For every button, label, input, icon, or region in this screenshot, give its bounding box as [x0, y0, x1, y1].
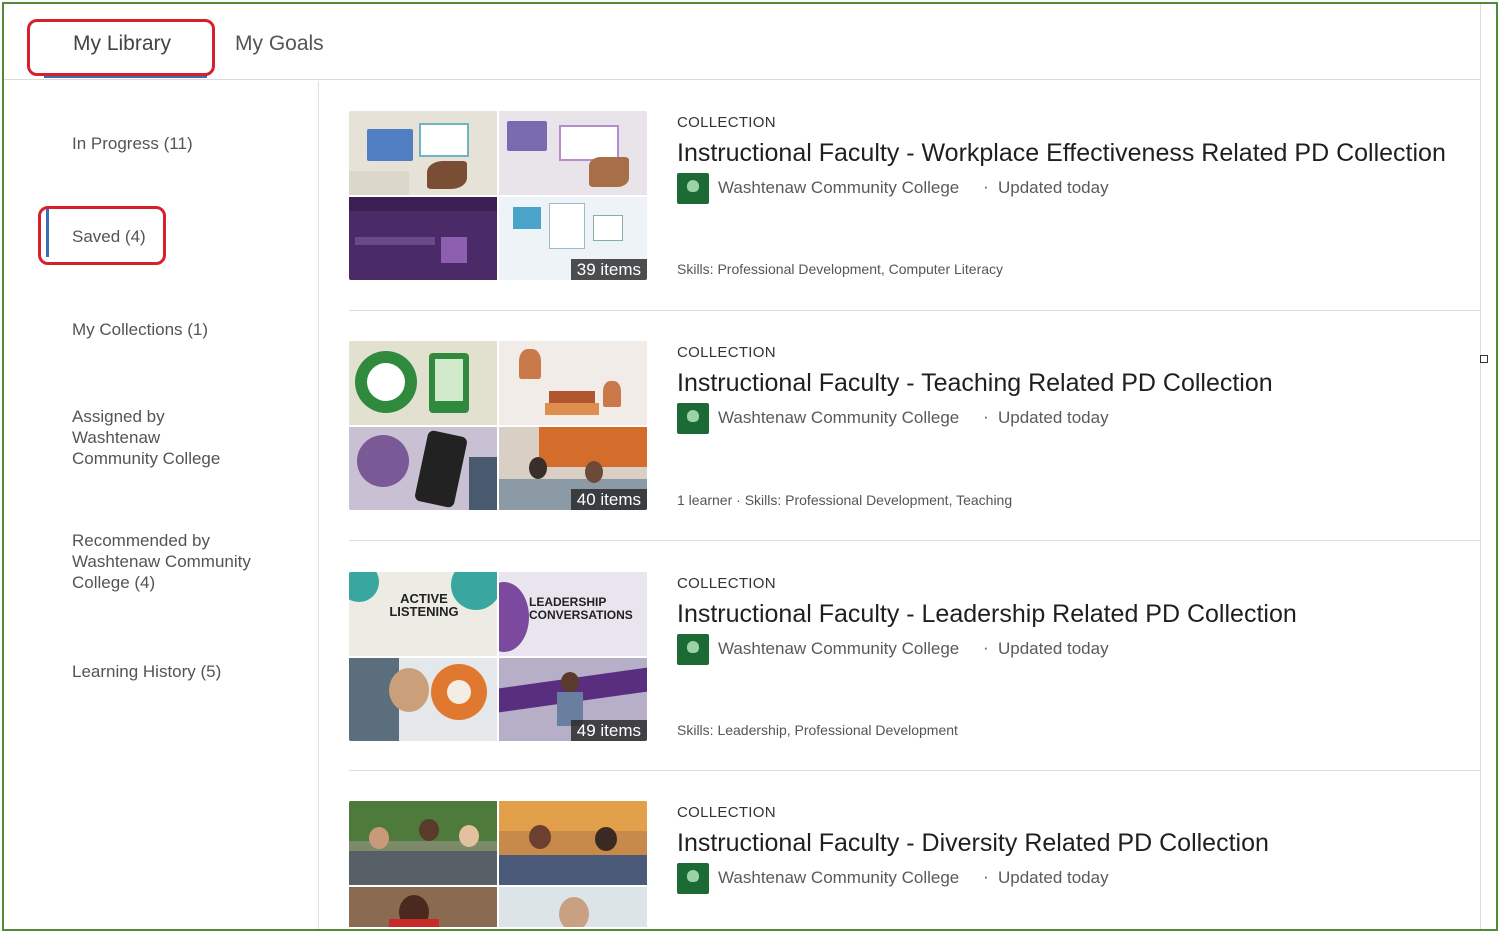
right-divider	[1480, 4, 1481, 929]
thumb-image-analytics	[349, 111, 497, 195]
updated-label: Updated today	[998, 868, 1109, 887]
college-logo-icon	[677, 403, 709, 434]
collection-title[interactable]: Instructional Faculty - Teaching Related…	[677, 369, 1273, 398]
sidebar-item-assigned[interactable]: Assigned by Washtenaw Community College	[72, 406, 247, 469]
thumb-caption: ACTIVE LISTENING	[389, 591, 459, 619]
sidebar: In Progress (11) Saved (4) My Collection…	[4, 81, 319, 929]
thumb-image-portrait	[349, 887, 497, 927]
updated-label: Updated today	[998, 639, 1109, 658]
card-type-label: COLLECTION	[677, 344, 776, 361]
sidebar-item-saved[interactable]: Saved (4)	[72, 226, 302, 247]
selected-indicator	[46, 209, 49, 257]
items-count-badge: 40 items	[570, 489, 647, 510]
skills-meta: Skills: Professional Development, Comput…	[677, 261, 1004, 277]
thumb-image-classroom: 40 items	[499, 427, 647, 510]
separator-dot: ·	[983, 407, 989, 426]
card-divider	[349, 770, 1480, 771]
tab-my-library[interactable]: My Library	[73, 32, 171, 56]
separator-dot: ·	[983, 638, 989, 657]
updated-label: Updated today	[998, 178, 1109, 197]
thumb-image-phone	[349, 427, 497, 510]
collection-title[interactable]: Instructional Faculty - Leadership Relat…	[677, 600, 1297, 629]
sidebar-item-learning-history[interactable]: Learning History (5)	[72, 661, 302, 682]
collection-card[interactable]: COLLECTION Instructional Faculty - Diver…	[349, 801, 1479, 927]
thumb-image-cloud: 39 items	[499, 197, 647, 280]
thumb-image-team	[499, 801, 647, 885]
updated-label: Updated today	[998, 408, 1109, 427]
org-name[interactable]: Washtenaw Community College	[718, 868, 959, 888]
card-type-label: COLLECTION	[677, 114, 776, 131]
thumb-image-meeting	[349, 658, 497, 741]
collection-thumbnail[interactable]: ACTIVE LISTENING LEADERSHIP CONVERSATION…	[349, 572, 647, 741]
sidebar-item-recommended[interactable]: Recommended by Washtenaw Community Colle…	[72, 530, 277, 593]
thumb-image-speaker	[499, 887, 647, 927]
thumb-image-leadership: LEADERSHIP CONVERSATIONS	[499, 572, 647, 656]
thumb-image-group	[349, 801, 497, 885]
tab-my-goals[interactable]: My Goals	[235, 32, 324, 56]
thumb-image-idea	[349, 341, 497, 425]
college-logo-icon	[677, 634, 709, 665]
org-name[interactable]: Washtenaw Community College	[718, 178, 959, 198]
sidebar-item-in-progress[interactable]: In Progress (11)	[72, 133, 302, 154]
skills-meta: Skills: Leadership, Professional Develop…	[677, 722, 958, 738]
thumb-image-screen	[349, 197, 497, 280]
active-tab-indicator	[44, 74, 207, 78]
tab-bar: My Library My Goals	[4, 4, 1480, 80]
card-divider	[349, 310, 1480, 311]
org-name[interactable]: Washtenaw Community College	[718, 639, 959, 659]
items-count-badge: 39 items	[570, 259, 647, 280]
collection-thumbnail[interactable]	[349, 801, 647, 927]
collection-thumbnail[interactable]: 40 items	[349, 341, 647, 510]
org-name[interactable]: Washtenaw Community College	[718, 408, 959, 428]
learners-skills-meta: 1 learner · Skills: Professional Develop…	[677, 492, 1013, 508]
collection-card[interactable]: ACTIVE LISTENING LEADERSHIP CONVERSATION…	[349, 572, 1479, 802]
separator-dot: ·	[983, 177, 989, 196]
collection-thumbnail[interactable]: 39 items	[349, 111, 647, 280]
collection-card[interactable]: 40 items COLLECTION Instructional Facult…	[349, 341, 1479, 571]
sidebar-item-my-collections[interactable]: My Collections (1)	[72, 319, 302, 340]
resize-handle[interactable]	[1480, 355, 1488, 363]
thumb-image-active-listening: ACTIVE LISTENING	[349, 572, 497, 656]
card-type-label: COLLECTION	[677, 575, 776, 592]
collection-title[interactable]: Instructional Faculty - Diversity Relate…	[677, 829, 1269, 858]
collection-title[interactable]: Instructional Faculty - Workplace Effect…	[677, 139, 1446, 168]
items-count-badge: 49 items	[570, 720, 647, 741]
thumb-image-documents	[499, 111, 647, 195]
thumb-caption: LEADERSHIP CONVERSATIONS	[529, 595, 633, 622]
thumb-image-presentation: 49 items	[499, 658, 647, 741]
card-type-label: COLLECTION	[677, 804, 776, 821]
card-divider	[349, 540, 1480, 541]
collection-card[interactable]: 39 items COLLECTION Instructional Facult…	[349, 111, 1479, 341]
separator-dot: ·	[983, 867, 989, 886]
thumb-image-books	[499, 341, 647, 425]
college-logo-icon	[677, 173, 709, 204]
college-logo-icon	[677, 863, 709, 894]
